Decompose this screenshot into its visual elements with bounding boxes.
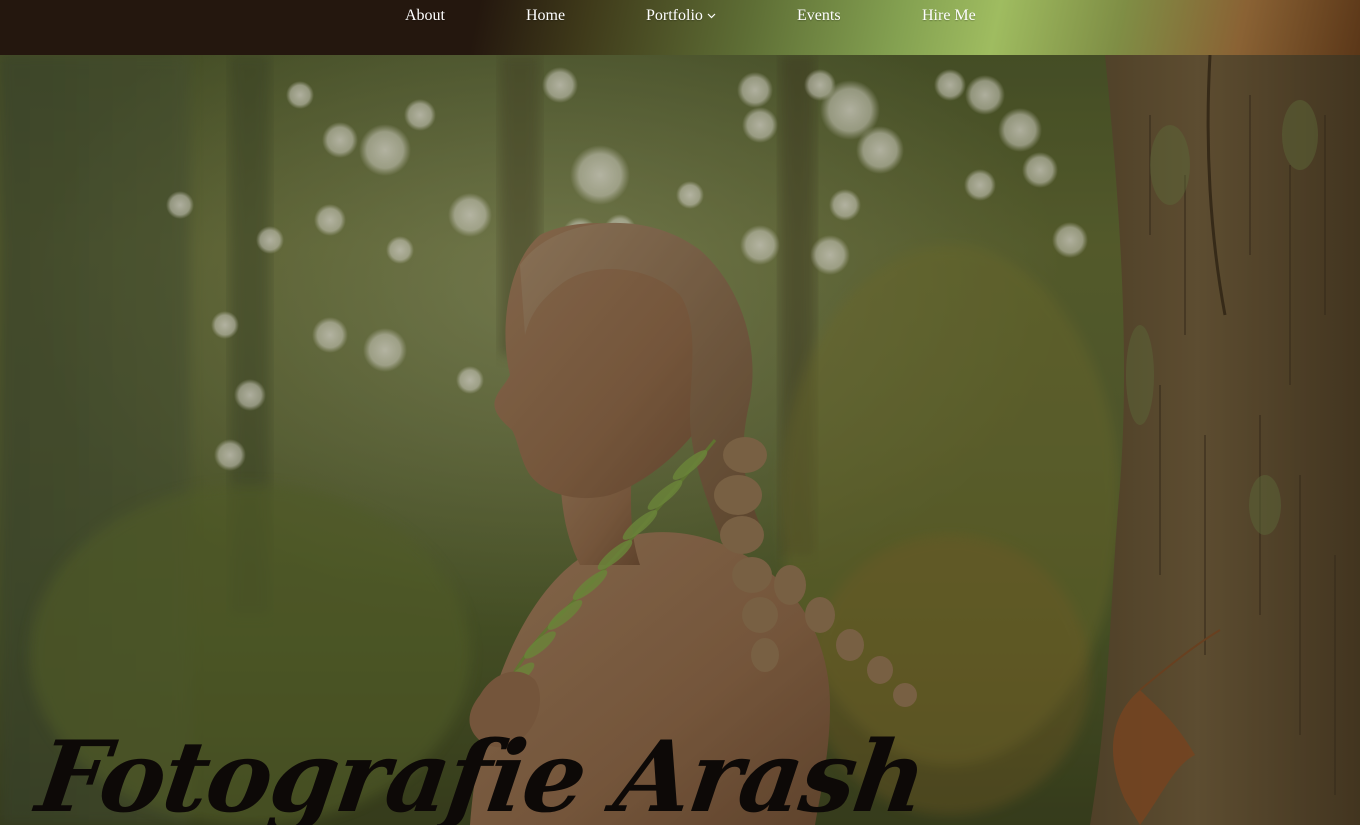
nav-link-hire-me[interactable]: Hire Me [922,6,976,26]
nav-link-portfolio[interactable]: Portfolio [646,6,716,26]
hero-photo [0,55,1360,825]
nav-link-events[interactable]: Events [797,6,841,26]
page: About Home Portfolio Events Hire Me Foto… [0,0,1360,825]
top-navigation-bar: About Home Portfolio Events Hire Me [0,0,1360,55]
hero-photo-illustration [0,55,1360,825]
nav-link-portfolio-label: Portfolio [646,7,703,24]
hero-title: Fotografie Arash [30,719,932,825]
nav-link-about[interactable]: About [405,6,445,26]
nav-link-home[interactable]: Home [526,6,565,26]
chevron-down-icon [707,5,716,25]
main-nav: About Home Portfolio Events Hire Me [0,0,1360,32]
